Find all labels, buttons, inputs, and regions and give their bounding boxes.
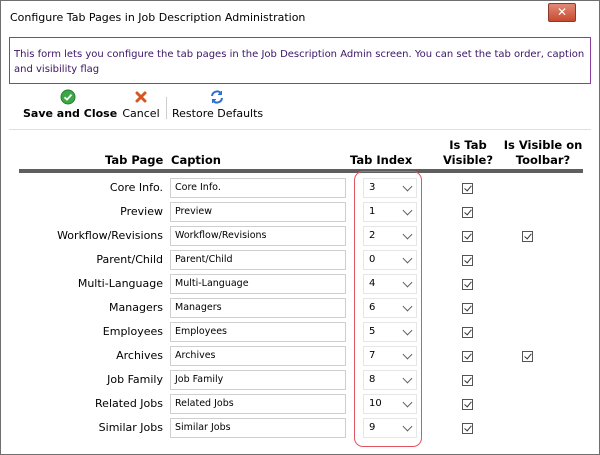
restore-defaults-label: Restore Defaults: [172, 107, 264, 120]
tab-visible-checkbox[interactable]: [462, 351, 473, 362]
header-is-tab-visible: Is Tab Visible?: [442, 138, 494, 167]
restore-defaults-button[interactable]: Restore Defaults: [172, 89, 264, 127]
close-button[interactable]: ✕: [548, 3, 576, 22]
checkmark-icon: [464, 351, 472, 360]
save-and-close-label: Save and Close: [23, 107, 118, 120]
checkmark-icon: [524, 231, 532, 240]
caption-input[interactable]: Job Family: [170, 370, 346, 390]
toolbar-visible-checkbox[interactable]: [522, 351, 533, 362]
caption-input[interactable]: Employees: [170, 322, 346, 342]
checkmark-icon: [464, 279, 472, 288]
caption-input[interactable]: Core Info.: [170, 178, 346, 198]
tab-visible-checkbox[interactable]: [462, 279, 473, 290]
tab-page-label: Archives: [116, 349, 163, 362]
cancel-label: Cancel: [122, 107, 160, 120]
caption-input[interactable]: Archives: [170, 346, 346, 366]
checkmark-icon: [464, 303, 472, 312]
tab-page-label: Multi-Language: [77, 277, 163, 290]
toolbar: Save and Close Cancel Restore Defaults: [9, 89, 591, 130]
checkmark-icon: [524, 351, 532, 360]
checkmark-icon: [464, 207, 472, 216]
checkmark-icon: [464, 255, 472, 264]
toolbar-separator: [166, 97, 167, 119]
tab-page-label: Preview: [120, 205, 163, 218]
tab-visible-checkbox[interactable]: [462, 375, 473, 386]
tab-page-label: Similar Jobs: [98, 421, 163, 434]
x-icon: [135, 91, 147, 103]
caption-input[interactable]: Parent/Child: [170, 250, 346, 270]
info-text: This form lets you configure the tab pag…: [14, 49, 585, 75]
tab-visible-checkbox[interactable]: [462, 303, 473, 314]
tab-visible-checkbox[interactable]: [462, 399, 473, 410]
checkmark-icon: [464, 327, 472, 336]
tab-visible-checkbox[interactable]: [462, 255, 473, 266]
caption-input[interactable]: Similar Jobs: [170, 418, 346, 438]
tab-page-label: Related Jobs: [95, 397, 163, 410]
caption-input[interactable]: Workflow/Revisions: [170, 226, 346, 246]
caption-input[interactable]: Managers: [170, 298, 346, 318]
dialog-window: Configure Tab Pages in Job Description A…: [0, 0, 600, 455]
tab-visible-checkbox[interactable]: [462, 183, 473, 194]
tab-page-label: Managers: [109, 301, 163, 314]
header-rule: [19, 169, 583, 173]
tab-page-label: Job Family: [107, 373, 163, 386]
info-panel: This form lets you configure the tab pag…: [9, 37, 591, 84]
caption-input[interactable]: Multi-Language: [170, 274, 346, 294]
window-title: Configure Tab Pages in Job Description A…: [10, 11, 306, 24]
header-caption: Caption: [171, 153, 221, 167]
tab-page-label: Workflow/Revisions: [57, 229, 163, 242]
checkmark-icon: [464, 375, 472, 384]
tab-visible-checkbox[interactable]: [462, 207, 473, 218]
tab-visible-checkbox[interactable]: [462, 231, 473, 242]
refresh-icon: [211, 90, 223, 104]
tab-visible-checkbox[interactable]: [462, 327, 473, 338]
tab-page-label: Core Info.: [109, 181, 163, 194]
header-tab-index: Tab Index: [350, 153, 413, 167]
tab-index-highlight: [354, 171, 422, 447]
check-circle-icon: [60, 89, 76, 105]
checkmark-icon: [464, 231, 472, 240]
tab-visible-checkbox[interactable]: [462, 423, 473, 434]
tab-page-label: Employees: [102, 325, 163, 338]
header-is-visible-on-toolbar: Is Visible on Toolbar?: [503, 138, 583, 167]
header-tab-page: Tab Page: [105, 153, 164, 167]
checkmark-icon: [464, 399, 472, 408]
caption-input[interactable]: Related Jobs: [170, 394, 346, 414]
save-and-close-button[interactable]: Save and Close: [23, 89, 118, 127]
checkmark-icon: [464, 423, 472, 432]
cancel-button[interactable]: Cancel: [121, 89, 161, 127]
checkmark-icon: [464, 183, 472, 192]
tab-page-label: Parent/Child: [96, 253, 163, 266]
toolbar-visible-checkbox[interactable]: [522, 231, 533, 242]
caption-input[interactable]: Preview: [170, 202, 346, 222]
title-bar: Configure Tab Pages in Job Description A…: [1, 1, 599, 31]
